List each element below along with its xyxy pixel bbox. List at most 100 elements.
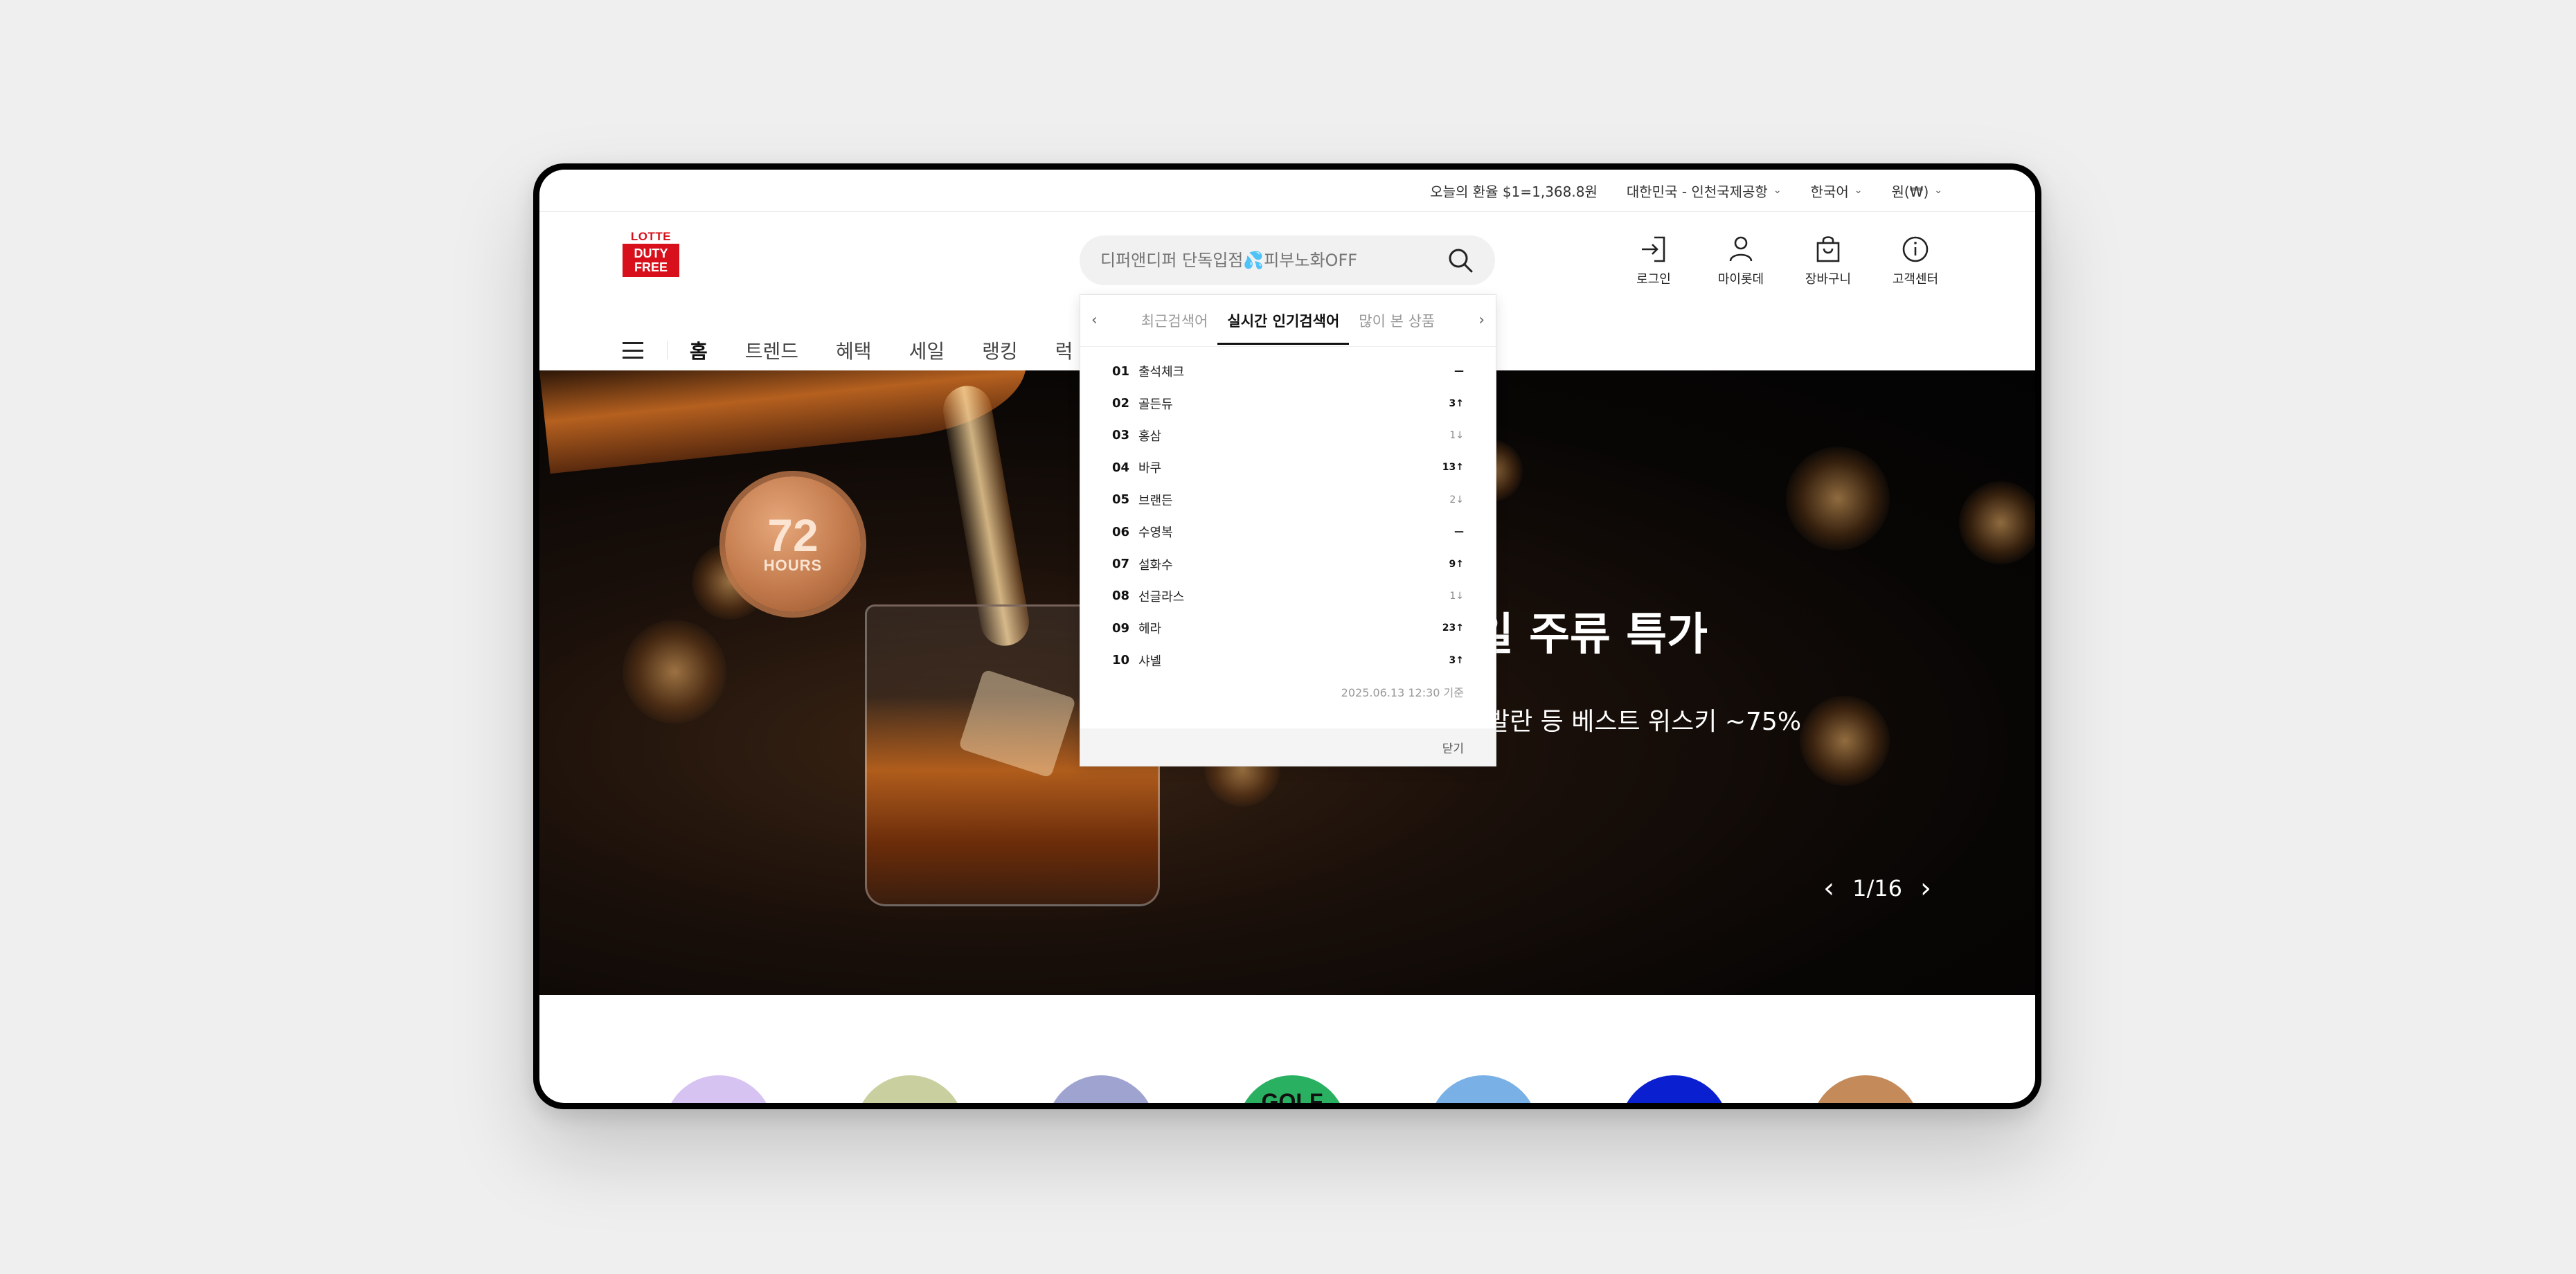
bokeh-light <box>1800 696 1890 786</box>
category-label: GOLF <box>1261 1089 1323 1103</box>
nav-tab-luxury[interactable]: 럭 <box>1054 337 1075 364</box>
tab-most-viewed[interactable]: 많이 본 상품 <box>1359 310 1435 331</box>
category-circles: GOLF <box>664 1075 1920 1103</box>
rank-number: 03 <box>1112 428 1130 443</box>
rank-number: 08 <box>1112 589 1130 604</box>
location-select[interactable]: 대한민국 - 인천국제공항 ⌄ <box>1627 181 1782 201</box>
browser-screen: 오늘의 환율 $1=1,368.8원 대한민국 - 인천국제공항 ⌄ 한국어 ⌄… <box>539 170 2035 1103</box>
popular-keyword-list: 01 출석체크 — 02 골든듀 3↑ 03 홍삼 1↓ 04 바쿠 13↑ 05 브랜든 2↓ 06 수영복 —… <box>1080 347 1496 676</box>
tab-realtime-popular[interactable]: 실시간 인기검색어 <box>1217 310 1350 345</box>
hamburger-menu-icon[interactable] <box>623 342 643 359</box>
dropdown-tabs: ‹ 최근검색어 실시간 인기검색어 많이 본 상품 › <box>1080 295 1496 347</box>
list-item[interactable]: 04 바쿠 13↑ <box>1112 451 1464 483</box>
chevron-right-icon[interactable]: › <box>1478 312 1485 329</box>
close-button[interactable]: 닫기 <box>1442 739 1464 756</box>
ranking-timestamp: 2025.06.13 12:30 기준 <box>1341 685 1464 699</box>
category-item[interactable] <box>1811 1075 1920 1103</box>
list-item[interactable]: 08 선글라스 1↓ <box>1112 580 1464 612</box>
customer-center-label: 고객센터 <box>1892 272 1939 287</box>
device-frame: 오늘의 환율 $1=1,368.8원 대한민국 - 인천국제공항 ⌄ 한국어 ⌄… <box>533 163 2041 1109</box>
category-item[interactable]: GOLF <box>1237 1075 1347 1103</box>
chevron-left-icon[interactable]: ‹ <box>1091 312 1098 329</box>
search-input[interactable] <box>1080 250 1447 271</box>
badge-number: 72 <box>767 510 819 561</box>
keyword-text: 브랜든 <box>1138 493 1173 508</box>
keyword-text: 헤라 <box>1138 622 1162 637</box>
header-icon-group: 로그인 마이롯데 장바구니 고객센터 <box>1627 233 1942 287</box>
rank-change: — <box>1454 366 1464 377</box>
bokeh-light <box>1786 447 1890 550</box>
customer-center-button[interactable]: 고객센터 <box>1888 233 1942 287</box>
badge-text: HOURS <box>763 557 823 574</box>
chevron-down-icon: ⌄ <box>1934 185 1942 196</box>
login-button[interactable]: 로그인 <box>1627 233 1681 287</box>
category-item[interactable] <box>855 1075 965 1103</box>
lotte-duty-free-logo[interactable]: LOTTE DUTY FREE <box>623 231 679 277</box>
rank-number: 02 <box>1112 396 1130 411</box>
cart-label: 장바구니 <box>1805 272 1852 287</box>
logo-top-text: LOTTE <box>630 230 672 243</box>
rank-number: 01 <box>1112 364 1130 379</box>
banner-title: 일 주류 특가 <box>1473 609 1708 661</box>
nav-divider <box>667 341 668 359</box>
keyword-text: 골든듀 <box>1138 397 1173 412</box>
nav-tab-trend[interactable]: 트렌드 <box>744 337 800 364</box>
rank-change: 13↑ <box>1442 462 1464 474</box>
nav-tab-sale[interactable]: 세일 <box>908 337 947 364</box>
language-select[interactable]: 한국어 ⌄ <box>1811 181 1863 201</box>
location-label: 대한민국 - 인천국제공항 <box>1626 183 1768 200</box>
logo-box: DUTY FREE <box>623 244 679 277</box>
chevron-down-icon: ⌄ <box>1854 185 1863 196</box>
tab-recent-search[interactable]: 최근검색어 <box>1141 310 1208 331</box>
list-item[interactable]: 01 출석체크 — <box>1112 355 1464 387</box>
logo-line1: DUTY <box>634 246 668 260</box>
rank-change: 3↑ <box>1449 397 1464 409</box>
rank-number: 06 <box>1112 524 1130 539</box>
rank-change: — <box>1454 526 1464 538</box>
rank-change: 3↑ <box>1449 654 1464 666</box>
list-item[interactable]: 10 샤넬 3↑ <box>1112 645 1464 676</box>
72-hours-badge: 72 HOURS <box>725 476 861 612</box>
nav-tab-benefit[interactable]: 혜택 <box>834 337 873 364</box>
keyword-text: 샤넬 <box>1138 654 1162 669</box>
list-item[interactable]: 02 골든듀 3↑ <box>1112 387 1464 419</box>
category-item[interactable] <box>1046 1075 1156 1103</box>
nav-tab-home[interactable]: 홈 <box>681 337 716 381</box>
banner-subtitle: 발란 등 베스트 위스키 ~75% <box>1487 708 1802 736</box>
list-item[interactable]: 07 설화수 9↑ <box>1112 548 1464 580</box>
currency-label: 원(₩) <box>1891 183 1929 200</box>
keyword-text: 선글라스 <box>1138 589 1185 604</box>
rank-change: 1↓ <box>1449 590 1464 602</box>
rank-number: 09 <box>1112 620 1130 636</box>
currency-select[interactable]: 원(₩) ⌄ <box>1891 181 1942 201</box>
keyword-text: 출석체크 <box>1138 365 1185 380</box>
category-item[interactable] <box>664 1075 773 1103</box>
rank-change: 2↓ <box>1449 494 1464 505</box>
rank-change: 1↓ <box>1449 429 1464 441</box>
logo-line2: FREE <box>634 260 668 274</box>
banner-pager: ‹ 1/16 › <box>1823 874 1931 902</box>
list-item[interactable]: 03 홍삼 1↓ <box>1112 420 1464 451</box>
info-icon <box>1902 236 1929 262</box>
rank-change: 9↑ <box>1449 558 1464 570</box>
keyword-text: 바쿠 <box>1138 461 1162 476</box>
bokeh-light <box>1959 481 2035 564</box>
rank-number: 04 <box>1112 460 1130 475</box>
chevron-right-icon[interactable]: › <box>1920 874 1931 902</box>
list-item[interactable]: 05 브랜든 2↓ <box>1112 484 1464 516</box>
category-item[interactable] <box>1620 1075 1729 1103</box>
list-item[interactable]: 09 헤라 23↑ <box>1112 612 1464 644</box>
category-item[interactable] <box>1429 1075 1538 1103</box>
dropdown-footer: 닫기 <box>1080 728 1496 766</box>
rank-change: 23↑ <box>1442 622 1464 634</box>
search-bar <box>1080 235 1495 285</box>
exchange-rate: 오늘의 환율 $1=1,368.8원 <box>1430 183 1598 200</box>
my-lotte-button[interactable]: 마이롯데 <box>1714 233 1768 287</box>
cart-button[interactable]: 장바구니 <box>1801 233 1855 287</box>
chevron-left-icon[interactable]: ‹ <box>1823 874 1834 902</box>
list-item[interactable]: 06 수영복 — <box>1112 516 1464 548</box>
chevron-down-icon: ⌄ <box>1773 185 1782 196</box>
bokeh-light <box>623 620 726 724</box>
nav-tab-ranking[interactable]: 랭킹 <box>981 337 1019 364</box>
search-icon[interactable] <box>1447 246 1474 274</box>
